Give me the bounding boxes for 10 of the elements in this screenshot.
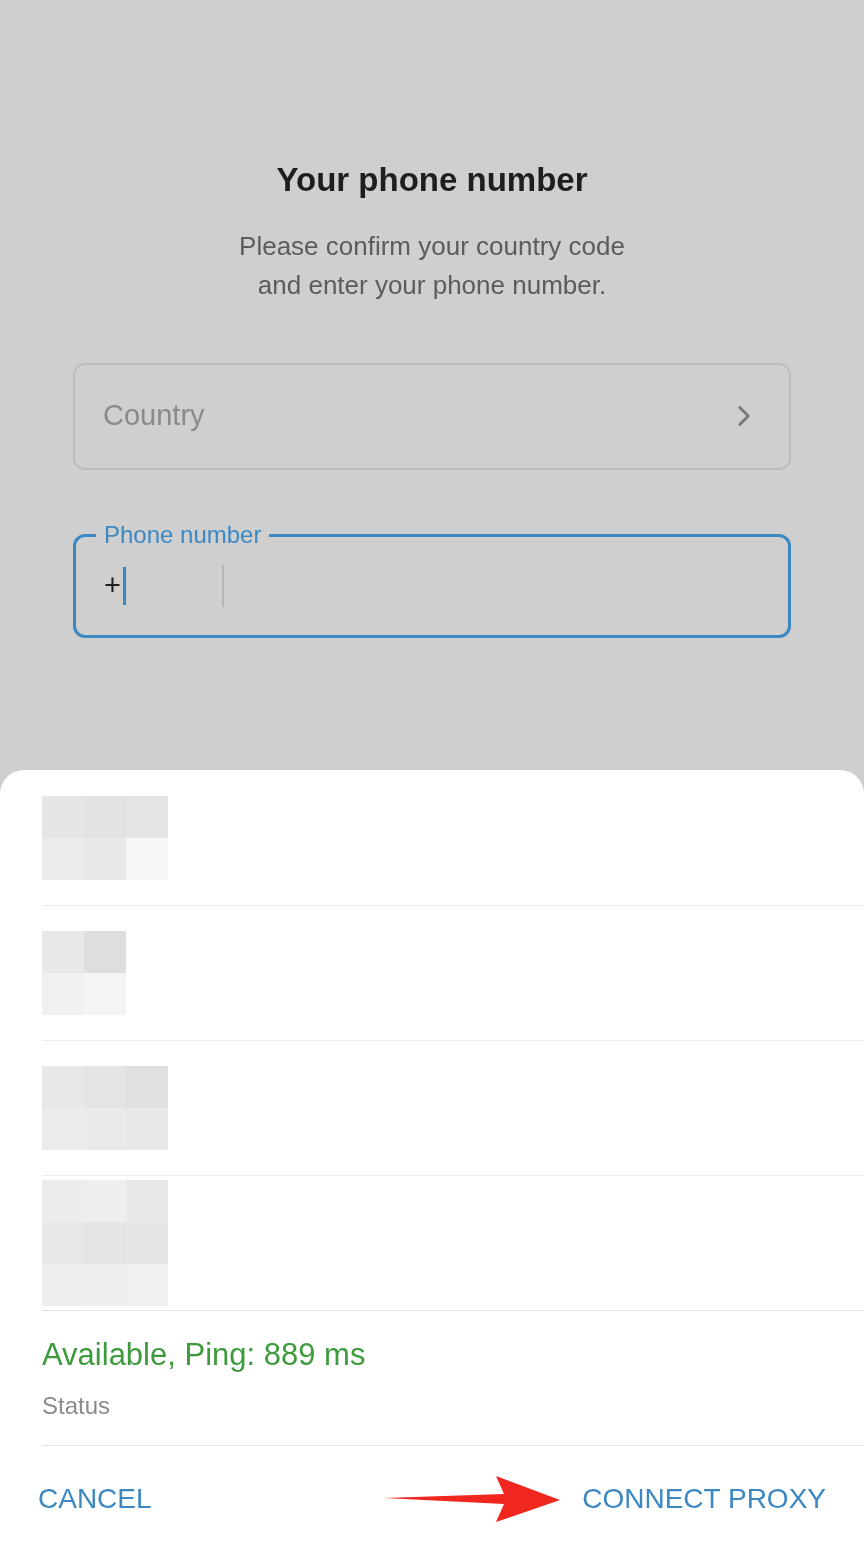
cancel-button[interactable]: CANCEL bbox=[38, 1478, 152, 1520]
status-label: Status bbox=[42, 1391, 112, 1422]
screen-title: Your phone number bbox=[276, 160, 588, 200]
country-placeholder: Country bbox=[103, 398, 205, 434]
status-value: Available, Ping: 889 ms bbox=[42, 1335, 367, 1374]
country-field[interactable]: Country bbox=[73, 362, 791, 470]
text-cursor bbox=[122, 566, 126, 605]
screen-subtitle: Please confirm your country code and enter your phone number. bbox=[238, 229, 626, 302]
country-code-input[interactable]: + bbox=[104, 563, 121, 608]
connect-proxy-button[interactable]: CONNECT PROXY bbox=[582, 1478, 826, 1520]
